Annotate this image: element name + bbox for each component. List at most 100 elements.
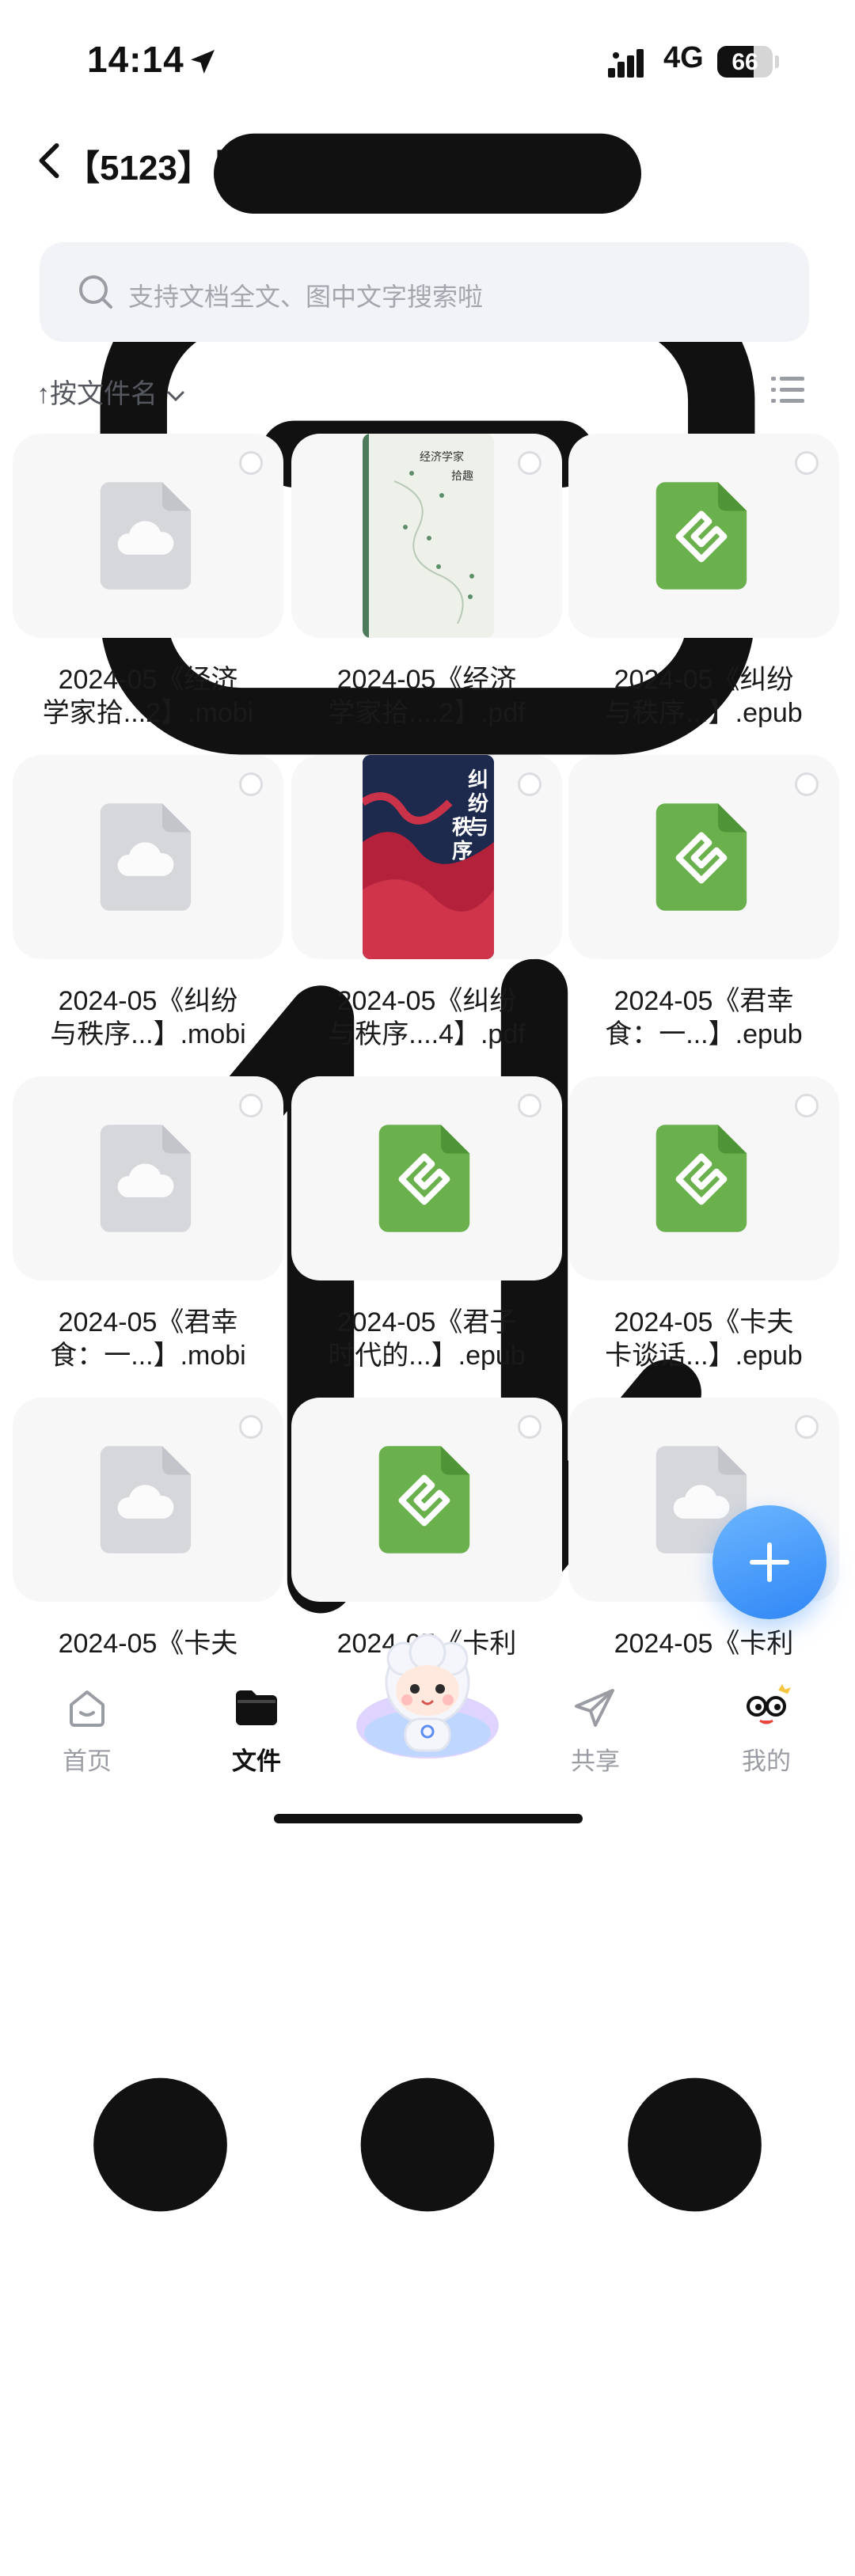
file-name: 2024-05《君幸 食：一...】.mobi — [13, 1306, 283, 1372]
file-thumbnail-card[interactable] — [568, 1076, 839, 1280]
svg-text:序: 序 — [452, 839, 473, 863]
select-checkbox[interactable] — [518, 451, 542, 475]
page-title: 【5123】【...b+opf+txt】 — [65, 149, 453, 188]
file-name: 2024-05《卡夫 卡谈话...】.epub — [568, 1306, 839, 1372]
file-name-line1: 2024-05《纠纷 — [336, 986, 517, 1016]
mascot-assistant-icon[interactable] — [348, 1630, 507, 1765]
location-arrow-icon — [191, 50, 215, 74]
search-input[interactable]: 支持文档全文、图中文字搜索啦 — [40, 242, 809, 342]
battery-percent: 66 — [732, 49, 758, 75]
file-name-line1: 2024-05《君幸 — [614, 986, 794, 1016]
file-name-line1: 2024-05《卡夫 — [58, 1629, 238, 1659]
epub-file-icon — [652, 478, 750, 598]
select-checkbox[interactable] — [795, 772, 819, 796]
tab-share[interactable]: 共享 — [532, 1683, 659, 1777]
mobi-file-icon — [96, 1121, 194, 1240]
file-name-line2: 食：一...】.mobi — [50, 1341, 246, 1371]
search-icon — [79, 275, 112, 309]
home-face-icon — [70, 1690, 104, 1727]
svg-text:秩: 秩 — [452, 816, 473, 840]
tab-mine[interactable]: 我的 — [703, 1683, 830, 1777]
select-checkbox[interactable] — [795, 1415, 819, 1439]
home-indicator — [274, 1814, 583, 1823]
file-name-line1: 2024-05《经济 — [58, 665, 238, 695]
file-name: 2024-05《君幸 食：一...】.epub — [568, 984, 839, 1051]
file-thumbnail-card[interactable] — [13, 1398, 283, 1602]
select-checkbox[interactable] — [795, 1094, 819, 1117]
file-name-line1: 2024-05《经济 — [336, 665, 517, 695]
sort-dropdown[interactable]: ↑按文件名 — [36, 372, 184, 419]
mobi-file-icon — [96, 478, 194, 598]
tab-files[interactable]: 文件 — [193, 1683, 320, 1777]
select-checkbox[interactable] — [795, 451, 819, 475]
file-name-line2: 学家拾...2】.mobi — [42, 698, 254, 728]
select-checkbox[interactable] — [239, 772, 263, 796]
file-name-line2: 食：一...】.epub — [605, 1019, 803, 1049]
svg-text:拾趣: 拾趣 — [451, 470, 473, 483]
file-name-line1: 2024-05《卡利 — [614, 1629, 794, 1659]
file-name: 2024-05《经济 学家拾....2】.pdf — [291, 663, 562, 730]
status-bar: 14:14 4G 66 — [0, 0, 855, 119]
file-name-line1: 2024-05《君幸 — [58, 1307, 238, 1337]
network-type: 4G — [663, 41, 704, 74]
file-thumbnail-card[interactable] — [568, 434, 839, 638]
file-thumbnail-card[interactable]: 纠 纷 与 秩 序 — [291, 755, 562, 959]
file-name-line1: 2024-05《纠纷 — [614, 665, 794, 695]
battery-tip — [775, 55, 779, 68]
file-name: 2024-05《纠纷 与秩序....4】.pdf — [291, 984, 562, 1051]
tab-share-label: 共享 — [571, 1747, 620, 1775]
add-file-button[interactable] — [712, 1505, 826, 1619]
list-view-icon[interactable] — [771, 375, 804, 405]
file-thumbnail-card[interactable]: 经济学家 拾趣 — [291, 434, 562, 638]
file-name-line1: 2024-05《纠纷 — [58, 986, 238, 1016]
file-name-line2: 学家拾....2】.pdf — [328, 698, 526, 728]
select-checkbox[interactable] — [239, 451, 263, 475]
tab-home[interactable]: 首页 — [24, 1683, 150, 1777]
profile-avatar-icon — [747, 1684, 791, 1724]
mobi-file-icon — [96, 799, 194, 919]
file-name-line2: 与秩序...】.epub — [605, 698, 803, 728]
plus-icon — [750, 1542, 789, 1582]
file-thumbnail-card[interactable] — [291, 1398, 562, 1602]
epub-file-icon — [652, 799, 750, 919]
book-cover-image: 经济学家 拾趣 — [363, 434, 494, 638]
folder-icon — [236, 1690, 277, 1725]
file-name-line2: 卡谈话...】.epub — [605, 1341, 803, 1371]
file-thumbnail-card[interactable] — [291, 1076, 562, 1280]
file-thumbnail-card[interactable] — [13, 755, 283, 959]
chevron-down-icon — [167, 391, 184, 402]
svg-text:纷: 纷 — [468, 791, 488, 816]
tab-home-label: 首页 — [63, 1747, 112, 1775]
file-thumbnail-card[interactable] — [568, 755, 839, 959]
file-name-line2: 时代的...】.epub — [328, 1341, 526, 1371]
file-name-line1: 2024-05《卡夫 — [614, 1307, 794, 1337]
battery-indicator: 66 — [717, 46, 773, 78]
chevron-left-icon[interactable] — [33, 142, 65, 179]
file-name: 2024-05《纠纷 与秩序...】.mobi — [13, 984, 283, 1051]
select-checkbox[interactable] — [518, 1415, 542, 1439]
file-name-line2: 与秩序....4】.pdf — [328, 1019, 526, 1049]
file-thumbnail-card[interactable] — [13, 1076, 283, 1280]
file-name: 2024-05《君子 时代的...】.epub — [291, 1306, 562, 1372]
cellular-signal-icon — [608, 49, 644, 78]
select-checkbox[interactable] — [239, 1415, 263, 1439]
file-name-line2: 与秩序...】.mobi — [50, 1019, 246, 1049]
paper-plane-icon — [575, 1689, 614, 1727]
file-thumbnail-card[interactable] — [13, 434, 283, 638]
file-name: 2024-05《经济 学家拾...2】.mobi — [13, 663, 283, 730]
svg-text:经济学家: 经济学家 — [420, 450, 464, 464]
status-time: 14:14 — [87, 39, 184, 80]
tab-files-label: 文件 — [232, 1747, 281, 1775]
search-placeholder: 支持文档全文、图中文字搜索啦 — [128, 283, 484, 311]
epub-file-icon — [652, 1121, 750, 1240]
file-name-line1: 2024-05《君子 — [336, 1307, 517, 1337]
tab-mine-label: 我的 — [742, 1747, 791, 1775]
svg-text:纠: 纠 — [468, 768, 488, 792]
select-checkbox[interactable] — [239, 1094, 263, 1117]
book-cover-image: 纠 纷 与 秩 序 — [363, 755, 494, 959]
select-checkbox[interactable] — [518, 772, 542, 796]
sort-label: ↑按文件名 — [36, 379, 158, 409]
epub-file-icon — [374, 1121, 473, 1240]
select-checkbox[interactable] — [518, 1094, 542, 1117]
file-name: 2024-05《纠纷 与秩序...】.epub — [568, 663, 839, 730]
